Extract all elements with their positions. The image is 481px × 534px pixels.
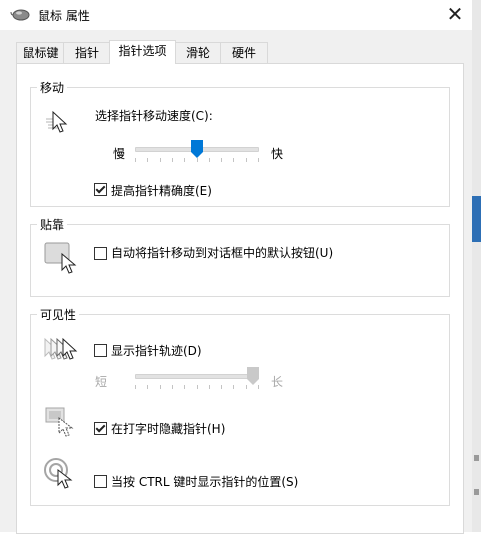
motion-group: 移动 选择指针移动速度(C): 慢 快 提高指针精确度(E) — [30, 79, 450, 207]
tab-label: 滑轮 — [185, 46, 210, 60]
tab-label: 硬件 — [231, 46, 256, 60]
locate-pointer-icon — [44, 458, 73, 489]
slider-tick — [160, 158, 161, 162]
motion-group-label: 移动 — [37, 79, 68, 96]
pointer-speed-thumb[interactable] — [191, 140, 203, 158]
snap-to-icon — [44, 242, 77, 274]
slider-tick — [246, 385, 247, 389]
slider-tick — [147, 158, 148, 162]
slider-tick — [184, 158, 185, 162]
snap-to-default-label: 自动将指针移动到对话框中的默认按钮(U) — [111, 246, 334, 260]
slider-tick — [135, 385, 136, 389]
slider-track — [135, 374, 259, 379]
visibility-group-label: 可见性 — [37, 306, 80, 323]
visibility-group: 可见性 显示指针轨迹(D) 短 长 在打字时隐藏指针(H) 当按 CTRL 键时… — [30, 306, 450, 506]
snap-to-group: 贴靠 自动将指针移动到对话框中的默认按钮(U) — [30, 216, 450, 297]
hide-pointer-icon — [45, 407, 74, 437]
slider-tick — [172, 385, 173, 389]
pointer-trails-label: 显示指针轨迹(D) — [111, 344, 202, 358]
show-location-ctrl-checkbox[interactable] — [94, 475, 107, 488]
hide-while-typing-checkbox[interactable] — [94, 422, 107, 435]
background-mark — [474, 455, 479, 461]
slider-tick — [197, 385, 198, 389]
short-label: 短 — [95, 375, 108, 389]
slider-tick — [258, 385, 259, 389]
pointer-trails-checkbox[interactable] — [94, 344, 107, 357]
slow-label: 慢 — [113, 147, 126, 161]
snap-to-group-label: 贴靠 — [37, 216, 68, 233]
tab-label: 指针选项 — [118, 44, 167, 58]
slider-tick — [233, 385, 234, 389]
pointer-speed-icon — [46, 110, 68, 133]
tab-panel: 移动 选择指针移动速度(C): 慢 快 提高指针精确度(E) 贴靠 自动将指针移… — [16, 63, 464, 534]
close-button[interactable]: ✕ — [438, 0, 472, 30]
pointer-speed-slider[interactable] — [135, 140, 259, 166]
show-location-ctrl-label: 当按 CTRL 键时显示指针的位置(S) — [111, 475, 299, 489]
tab-pointer-options[interactable]: 指针选项 — [109, 40, 176, 64]
slider-tick — [135, 158, 136, 162]
slider-tick — [221, 158, 222, 162]
tab-label: 指针 — [74, 46, 99, 60]
tab-hardware[interactable]: 硬件 — [220, 42, 268, 63]
slider-tick — [221, 385, 222, 389]
mouse-icon — [10, 9, 30, 21]
close-icon: ✕ — [446, 2, 464, 26]
slider-tick — [184, 385, 185, 389]
tab-wheel[interactable]: 滑轮 — [174, 42, 222, 63]
tab-label: 鼠标键 — [22, 46, 59, 60]
trails-length-slider[interactable] — [135, 367, 259, 393]
background-mark — [474, 489, 479, 495]
hide-while-typing-label: 在打字时隐藏指针(H) — [111, 422, 226, 436]
slider-tick — [246, 158, 247, 162]
trails-length-thumb[interactable] — [247, 367, 259, 385]
mouse-properties-dialog: 鼠标 属性 ✕ 鼠标键 指针 指针选项 滑轮 硬件 移动 选择指针移动速度(C)… — [0, 0, 473, 534]
snap-to-default-checkbox[interactable] — [94, 247, 107, 260]
pointer-speed-label: 选择指针移动速度(C): — [95, 109, 213, 123]
window-title: 鼠标 属性 — [38, 9, 90, 23]
slider-tick — [258, 158, 259, 162]
slider-tick — [233, 158, 234, 162]
slider-tick — [160, 385, 161, 389]
background-window-edge — [472, 196, 481, 242]
fast-label: 快 — [271, 147, 284, 161]
tab-pointers[interactable]: 指针 — [63, 42, 111, 63]
enhance-precision-checkbox[interactable] — [94, 183, 107, 196]
pointer-trails-icon — [44, 337, 78, 360]
slider-tick — [147, 385, 148, 389]
enhance-precision-label: 提高指针精确度(E) — [111, 184, 212, 198]
desktop-background — [472, 0, 481, 532]
slider-tick — [197, 158, 198, 162]
slider-tick — [172, 158, 173, 162]
long-label: 长 — [271, 375, 284, 389]
tab-mouse-buttons[interactable]: 鼠标键 — [16, 42, 65, 63]
title-bar: 鼠标 属性 ✕ — [0, 0, 472, 30]
slider-tick — [209, 385, 210, 389]
slider-tick — [209, 158, 210, 162]
